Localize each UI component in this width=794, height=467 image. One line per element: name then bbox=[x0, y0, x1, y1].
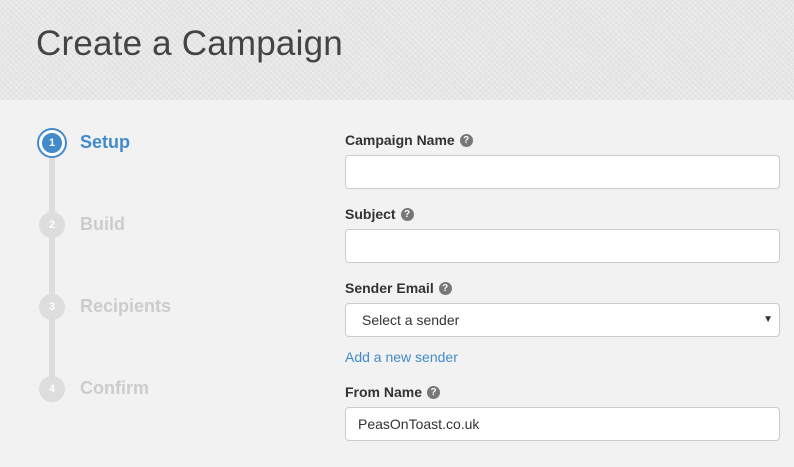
sender-email-label: Sender Email ? bbox=[345, 280, 452, 296]
step-number-badge: 2 bbox=[39, 212, 65, 238]
sender-email-selected-value: Select a sender bbox=[362, 312, 460, 328]
from-name-label: From Name ? bbox=[345, 384, 441, 400]
page-title: Create a Campaign bbox=[36, 24, 343, 63]
question-circle-icon[interactable]: ? bbox=[427, 385, 441, 399]
campaign-name-input[interactable] bbox=[345, 155, 780, 189]
campaign-name-label-text: Campaign Name bbox=[345, 132, 455, 148]
subject-input[interactable] bbox=[345, 229, 780, 263]
step-number-badge: 3 bbox=[39, 294, 65, 320]
step-recipients[interactable]: 3 Recipients bbox=[39, 294, 299, 320]
step-setup[interactable]: 1 Setup bbox=[39, 130, 299, 156]
question-circle-icon[interactable]: ? bbox=[400, 207, 414, 221]
step-label: Recipients bbox=[80, 296, 172, 316]
step-label: Setup bbox=[80, 132, 131, 152]
step-confirm[interactable]: 4 Confirm bbox=[39, 376, 299, 402]
campaign-stepper: 1 Setup 2 Build 3 Recipients 4 Confirm bbox=[0, 100, 330, 467]
step-build[interactable]: 2 Build bbox=[39, 212, 299, 238]
step-label: Build bbox=[80, 214, 125, 234]
caret-down-icon: ▼ bbox=[763, 314, 773, 325]
question-circle-icon[interactable]: ? bbox=[438, 281, 452, 295]
subject-label-text: Subject bbox=[345, 206, 396, 222]
subject-label: Subject ? bbox=[345, 206, 414, 222]
add-new-sender-link[interactable]: Add a new sender bbox=[345, 349, 458, 365]
step-number-badge: 1 bbox=[39, 130, 65, 156]
question-circle-icon[interactable]: ? bbox=[459, 133, 473, 147]
sender-email-label-text: Sender Email bbox=[345, 280, 434, 296]
sender-email-select[interactable]: Select a sender ▼ bbox=[345, 303, 780, 337]
from-name-input[interactable] bbox=[345, 407, 780, 441]
page-header: Create a Campaign bbox=[0, 0, 794, 100]
stepper-line bbox=[49, 142, 55, 388]
step-label: Confirm bbox=[80, 378, 149, 398]
step-number-badge: 4 bbox=[39, 376, 65, 402]
campaign-name-label: Campaign Name ? bbox=[345, 132, 473, 148]
from-name-label-text: From Name bbox=[345, 384, 423, 400]
